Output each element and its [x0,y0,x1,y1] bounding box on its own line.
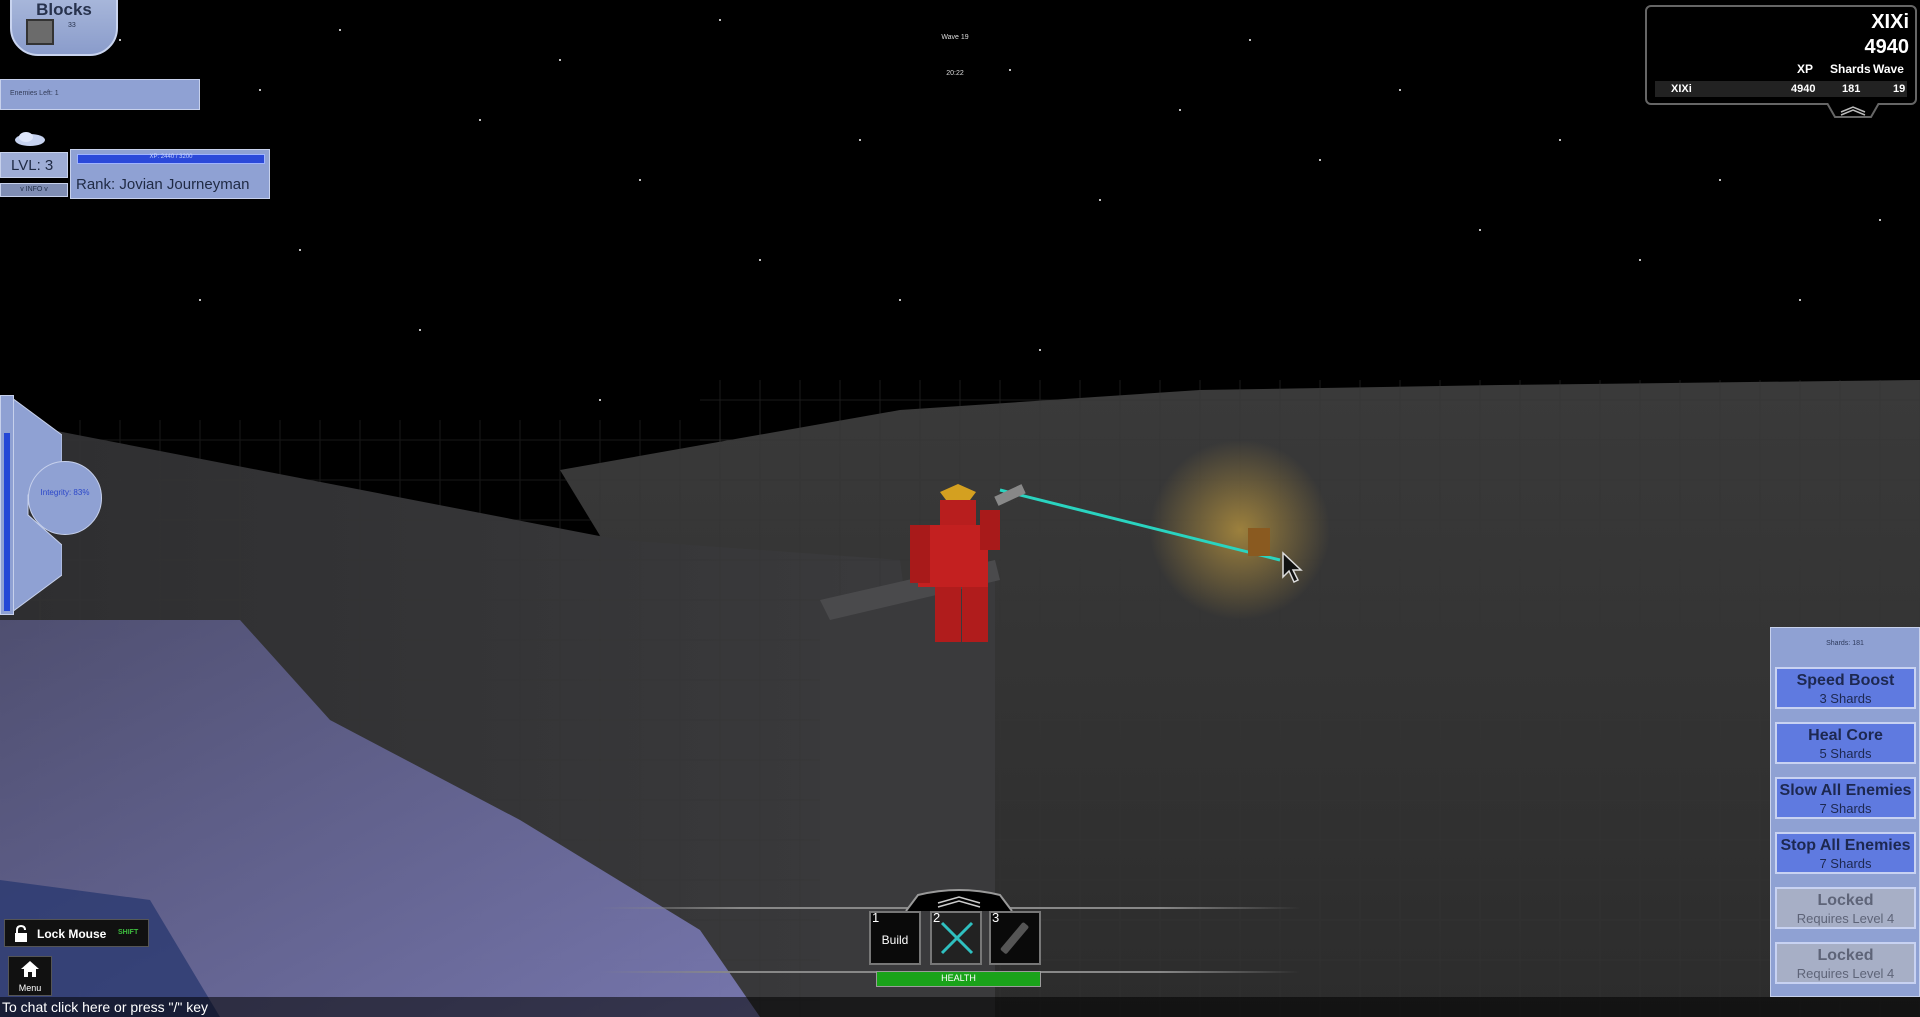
integrity-dial: Integrity: 83% [28,461,102,535]
shop-item-cost: 7 Shards [1819,801,1872,816]
lock-mouse-label: Lock Mouse [37,927,107,941]
blocks-badge[interactable]: Blocks 33 [10,0,118,56]
leaderboard-collapse-icon[interactable] [1825,103,1881,119]
chat-hint: To chat click here or press "/" key [2,999,209,1015]
shop-item-cost: 7 Shards [1819,856,1872,871]
slot-number: 1 [872,910,880,925]
hotbar-expand-icon[interactable] [904,889,1014,911]
slow-enemies-button[interactable]: Slow All Enemies 7 Shards [1775,777,1916,819]
rank-label: Rank: Jovian Journeyman [76,176,250,193]
integrity-label: Integrity: 83% [40,488,90,497]
integrity-bar [0,395,14,615]
blocks-title: Blocks [36,0,92,19]
shop-shards: Shards: 181 [1826,640,1864,647]
integrity-fill [4,433,10,611]
shop-item-title: Locked [1817,947,1874,964]
shop-item-cost: 3 Shards [1819,691,1872,706]
menu-button[interactable]: Menu [8,956,52,996]
health-bar: HEALTH [876,971,1041,987]
level-label: LVL: 3 [11,157,54,174]
locked-item-button[interactable]: Locked Requires Level 4 [1775,887,1916,929]
header-wave: Wave [1873,62,1904,76]
xp-label: XP: 2440 / 3200 [149,154,193,160]
hotbar-slot-sword[interactable]: 2 [930,910,982,965]
enemies-left-panel: Enemies Left: 1 [0,79,200,110]
leaderboard: XIXi 4940 XP Shards Wave XIXi 4940 181 1… [1645,5,1917,105]
locked-item-button[interactable]: Locked Requires Level 4 [1775,942,1916,984]
xp-bar: XP: 2440 / 3200 [77,154,265,164]
leaderboard-row: XIXi 4940 181 19 [1655,81,1907,97]
level-panel: LVL: 3 [0,152,68,178]
wave-label: Wave 19 [941,34,969,41]
game-viewport[interactable] [0,0,1920,1017]
speed-boost-button[interactable]: Speed Boost 3 Shards [1775,667,1916,709]
shop-item-title: Stop All Enemies [1780,837,1911,854]
wave-timer: 20:22 [946,70,964,77]
shop-item-title: Slow All Enemies [1779,782,1912,799]
row-xp: 4940 [1791,83,1816,95]
player-name: XIXi [1871,11,1909,33]
shop-item-cost: 5 Shards [1819,746,1872,761]
info-button[interactable]: v INFO v [0,183,68,197]
block-slot[interactable] [26,19,54,45]
header-xp: XP [1797,62,1814,76]
cloud-icon [15,132,45,146]
shop-item-title: Heal Core [1808,727,1883,744]
health-label: HEALTH [941,973,976,983]
player-score: 4940 [1864,36,1910,58]
header-shards: Shards [1830,62,1871,76]
crossed-swords-icon [940,921,974,955]
blaster-icon [1000,922,1029,954]
shop-item-cost: Requires Level 4 [1796,966,1895,981]
lock-mouse-button[interactable]: Lock Mouse SHIFT [4,919,149,947]
lock-mouse-key: SHIFT [118,929,139,936]
row-name: XIXi [1671,83,1692,95]
hotbar-slot-build[interactable]: 1 Build [869,910,921,965]
shop-item-cost: Requires Level 4 [1796,911,1895,926]
blocks-count: 33 [68,22,76,29]
shop-item-title: Locked [1817,892,1874,909]
row-wave: 19 [1893,83,1906,95]
enemies-left-label: Enemies Left: 1 [10,90,59,97]
unlock-icon [15,925,27,942]
heal-core-button[interactable]: Heal Core 5 Shards [1775,722,1916,764]
stop-enemies-button[interactable]: Stop All Enemies 7 Shards [1775,832,1916,874]
row-shards: 181 [1842,83,1861,95]
shop-item-title: Speed Boost [1796,672,1895,689]
menu-label: Menu [18,983,42,993]
home-icon [21,961,39,977]
stars [119,19,1881,401]
slot-label: Build [881,933,909,947]
chat-input-bar[interactable]: To chat click here or press "/" key [0,997,1920,1017]
shop-panel: Shards: 181 Speed Boost 3 Shards Heal Co… [1770,627,1920,997]
hotbar-slot-gun[interactable]: 3 [989,910,1041,965]
rank-panel: XP: 2440 / 3200 Rank: Jovian Journeyman [70,149,270,199]
